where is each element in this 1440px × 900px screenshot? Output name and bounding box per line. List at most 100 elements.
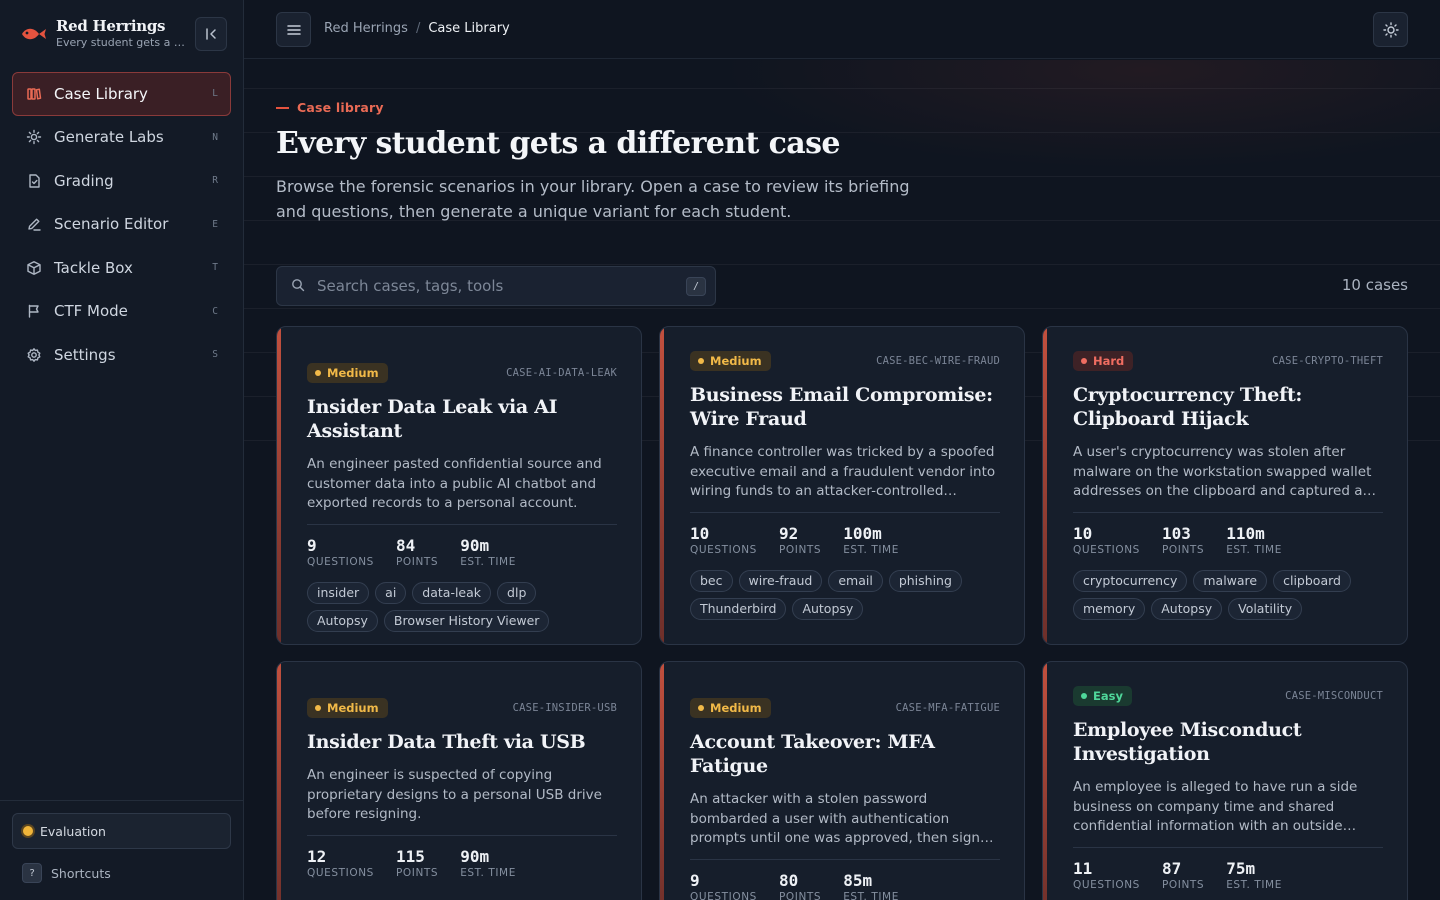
case-title[interactable]: Business Email Compromise: Wire Fraud (690, 383, 1000, 431)
tag[interactable]: malware (1193, 569, 1268, 592)
stat-value: 75m (1226, 858, 1256, 878)
stat-points: 84 POINTS (395, 535, 439, 568)
tag[interactable]: Thunderbird (690, 597, 787, 620)
case-description: A finance controller was tricked by a sp… (690, 444, 996, 499)
breadcrumb-root-link[interactable]: Red Herrings (324, 21, 408, 36)
case-card[interactable]: Medium CASE-MFA-FATIGUE Account Takeover… (659, 661, 1025, 900)
tag[interactable]: cryptocurrency (1073, 569, 1188, 592)
shortcuts-button[interactable]: ? Shortcuts (22, 863, 111, 883)
search-input[interactable] (317, 267, 677, 305)
case-title[interactable]: Account Takeover: MFA Fatigue (690, 730, 1000, 778)
stat-time: 75m EST. TIME (1226, 858, 1282, 891)
difficulty-label: Medium (327, 366, 379, 380)
stat-value: 80 (778, 870, 799, 890)
case-title[interactable]: Insider Data Theft via USB (307, 730, 617, 754)
stat-value: 90m (460, 846, 490, 866)
sidebar-item-grading[interactable]: Grading R (12, 159, 231, 203)
stat-value: 92 (778, 523, 799, 543)
case-stats: 9 QUESTIONS 80 POINTS 85m EST. TIME (690, 870, 1000, 900)
sidebar-item-generate-labs[interactable]: Generate Labs N (12, 116, 231, 160)
tag-list: cryptocurrency malware clipboard memory … (1073, 569, 1383, 626)
tag[interactable]: phishing (888, 569, 962, 592)
tag[interactable]: wire-fraud (738, 569, 823, 592)
stat-label: QUESTIONS (307, 866, 374, 879)
tag[interactable]: Autopsy (307, 609, 378, 632)
case-title[interactable]: Employee Misconduct Investigation (1073, 718, 1383, 766)
tag[interactable]: memory (1073, 597, 1146, 620)
tag[interactable]: dlp (497, 581, 537, 604)
stat-label: POINTS (1161, 543, 1205, 556)
badge-dot-icon (698, 358, 704, 364)
sidebar-item-tackle-box[interactable]: Tackle Box T (12, 246, 231, 290)
stat-questions: 10 QUESTIONS (690, 524, 757, 556)
case-title[interactable]: Insider Data Leak via AI Assistant (307, 395, 617, 443)
tag[interactable]: insider (307, 581, 370, 604)
stat-time: 85m EST. TIME (843, 871, 899, 900)
shortcut-key: T (212, 262, 218, 274)
main-content: Case library Every student gets a differ… (244, 60, 1440, 900)
evaluation-badge[interactable]: Evaluation (12, 813, 231, 849)
tag[interactable]: Autopsy (1151, 597, 1223, 620)
stat-time: 100m EST. TIME (843, 524, 899, 556)
status-dot-icon (23, 826, 33, 836)
eyebrow-text: Case library (297, 100, 384, 115)
search-icon (292, 279, 305, 292)
tag[interactable]: Volatility (1228, 597, 1303, 620)
card-divider (690, 511, 1000, 513)
difficulty-badge: Medium (307, 363, 388, 383)
stat-value: 11 (1073, 858, 1093, 878)
gear-icon (26, 347, 42, 363)
search-box[interactable]: / (276, 266, 716, 306)
stat-label: POINTS (1161, 878, 1205, 891)
sidebar-item-ctf-mode[interactable]: CTF Mode C (12, 290, 231, 334)
tag[interactable]: data-leak (412, 581, 492, 604)
sidebar-item-settings[interactable]: Settings S (12, 333, 231, 377)
case-title[interactable]: Cryptocurrency Theft: Clipboard Hijack (1073, 383, 1383, 431)
tag[interactable]: Autopsy (792, 597, 864, 620)
sidebar-item-case-library[interactable]: Case Library L (12, 72, 231, 116)
case-card[interactable]: Easy CASE-MISCONDUCT Employee Misconduct… (1042, 661, 1408, 900)
theme-toggle-button[interactable] (1373, 12, 1408, 47)
tag[interactable]: ai (375, 581, 407, 604)
stat-label: QUESTIONS (1073, 543, 1140, 556)
breadcrumb-current: Case Library (428, 21, 510, 36)
tag[interactable]: clipboard (1273, 569, 1351, 592)
tag[interactable]: Browser History Viewer (383, 609, 550, 632)
stat-time: 110m EST. TIME (1226, 524, 1282, 556)
card-divider (307, 834, 617, 836)
stat-value: 90m (460, 535, 490, 555)
case-id: CASE-MFA-FATIGUE (895, 702, 1000, 714)
stat-questions: 12 QUESTIONS (307, 847, 374, 879)
sidebar-item-label: Scenario Editor (54, 215, 169, 234)
case-card[interactable]: Medium CASE-INSIDER-USB Insider Data The… (276, 661, 642, 900)
tag[interactable]: bec (690, 569, 733, 592)
shortcut-key: R (212, 175, 218, 187)
menu-button[interactable] (276, 12, 311, 47)
card-divider (690, 858, 1000, 860)
case-card[interactable]: Hard CASE-CRYPTO-THEFT Cryptocurrency Th… (1042, 326, 1408, 645)
sparkle-icon (26, 129, 42, 145)
stat-label: POINTS (395, 555, 439, 568)
stat-label: EST. TIME (460, 866, 516, 879)
card-divider (1073, 511, 1383, 513)
stat-points: 115 POINTS (396, 847, 438, 879)
collapse-sidebar-button[interactable] (195, 17, 227, 51)
stat-label: POINTS (778, 543, 822, 556)
card-divider (307, 523, 617, 525)
tag[interactable]: email (828, 569, 883, 592)
shortcut-key: S (212, 349, 218, 361)
sidebar-item-label: Grading (54, 171, 114, 190)
case-stats: 12 QUESTIONS 115 POINTS 90m EST. TIME (307, 846, 617, 879)
stat-questions: 11 QUESTIONS (1073, 858, 1140, 891)
sidebar-footer: Evaluation ? Shortcuts (0, 800, 244, 900)
stat-value: 84 (395, 535, 416, 555)
stat-value: 103 (1161, 523, 1191, 543)
sidebar-item-scenario-editor[interactable]: Scenario Editor E (12, 203, 231, 247)
stat-label: EST. TIME (843, 890, 899, 900)
brand-tagline: Every student gets a different case (56, 36, 188, 49)
case-description: An employee is alleged to have run a sid… (1073, 779, 1358, 834)
case-card[interactable]: Medium CASE-AI-DATA-LEAK Insider Data Le… (276, 326, 642, 645)
stat-points: 92 POINTS (778, 523, 822, 556)
breadcrumb-separator: / (415, 21, 421, 36)
case-card[interactable]: Medium CASE-BEC-WIRE-FRAUD Business Emai… (659, 326, 1025, 645)
